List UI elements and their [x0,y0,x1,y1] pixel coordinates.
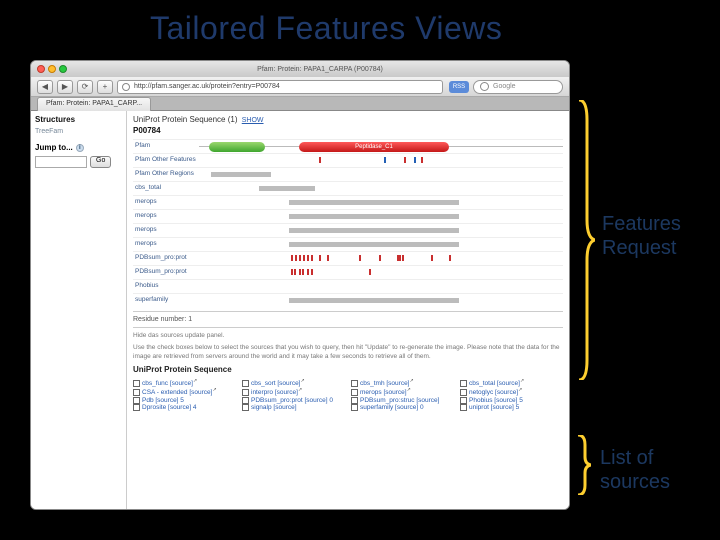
source-checkbox[interactable]: superfamily [source] 0 [351,404,454,411]
show-link[interactable]: SHOW [242,117,264,124]
track-row: merops [133,237,563,251]
zoom-icon[interactable] [59,65,67,73]
hide-panel-link[interactable]: Hide das sources update panel. [133,332,563,340]
back-button[interactable]: ◀ [37,80,53,94]
source-checkbox[interactable]: PDBsum_pro:prot [source] 0 [242,397,345,404]
forward-button[interactable]: ▶ [57,80,73,94]
help-icon[interactable]: i [76,144,84,152]
window-titlebar: Pfam: Protein: PAPA1_CARPA (P00784) [31,61,569,77]
search-placeholder: Google [493,83,516,90]
window-controls [37,65,67,73]
track-label: cbs_total [133,185,199,192]
sidebar: Structures TreeFam Jump to... i Go [31,111,127,509]
search-input[interactable]: Google [473,80,563,94]
source-checkbox[interactable]: cbs_func [source]↗ [133,378,236,387]
track-row: Phobius [133,279,563,293]
reload-button[interactable]: ⟳ [77,80,93,94]
source-checkbox[interactable]: CSA - extended [source]↗ [133,387,236,396]
help-text: Use the check boxes below to select the … [133,344,563,361]
track-row: PDBsum_pro:prot [133,251,563,265]
source-checkbox[interactable]: netoglyc [source]↗ [460,387,563,396]
slide-title: Tailored Features Views [150,10,502,47]
track-label: Phobius [133,283,199,290]
source-checkbox[interactable]: uniprot [source] 5 [460,404,563,411]
sources-header: UniProt Protein Sequence [133,365,563,374]
source-checkbox[interactable]: Dprosite [source] 4 [133,404,236,411]
go-button[interactable]: Go [90,156,111,168]
source-checkbox[interactable]: signalp [source] [242,404,345,411]
source-checkbox[interactable]: cbs_tmh [source]↗ [351,378,454,387]
track-row: cbs_total [133,181,563,195]
track-row: Pfam Peptidase_C1 [133,139,563,153]
sources-panel: cbs_func [source]↗ cbs_sort [source]↗ cb… [133,378,563,411]
track-label: Pfam [133,143,199,150]
track-label: PDBsum_pro:prot [133,269,199,276]
source-checkbox[interactable]: interpro [source]↗ [242,387,345,396]
rss-badge[interactable]: RSS [449,81,469,93]
track-label: merops [133,213,199,220]
window-title: Pfam: Protein: PAPA1_CARPA (P00784) [77,66,563,73]
protein-id: P00784 [133,126,563,135]
source-checkbox[interactable]: cbs_total [source]↗ [460,378,563,387]
brace-small-icon [575,435,591,495]
track-label: merops [133,241,199,248]
feature-tracks: Pfam Peptidase_C1 Pfam Other Features [133,139,563,307]
add-button[interactable]: + [97,80,113,94]
track-row: Pfam Other Regions [133,167,563,181]
close-icon[interactable] [37,65,45,73]
track-row: merops [133,223,563,237]
track-row: Pfam Other Features [133,153,563,167]
browser-window: Pfam: Protein: PAPA1_CARPA (P00784) ◀ ▶ … [30,60,570,510]
source-checkbox[interactable]: Phobius [source] 5 [460,397,563,404]
jump-input[interactable] [35,156,87,168]
source-checkbox[interactable]: Pdb [source] 5 [133,397,236,404]
minimize-icon[interactable] [48,65,56,73]
domain-red[interactable]: Peptidase_C1 [299,142,449,152]
track-label: PDBsum_pro:prot [133,255,199,262]
jump-label: Jump to... i [35,143,122,152]
track-canvas[interactable]: Peptidase_C1 [199,140,563,153]
source-checkbox[interactable]: PDBsum_pro:struc [source] [351,397,454,404]
globe-icon [122,83,130,91]
track-row: PDBsum_pro:prot [133,265,563,279]
track-canvas[interactable] [199,154,563,167]
source-checkbox[interactable]: merops [source]↗ [351,387,454,396]
track-label: merops [133,199,199,206]
track-label: merops [133,227,199,234]
url-text: http://pfam.sanger.ac.uk/protein?entry=P… [134,83,280,90]
browser-tab[interactable]: Pfam: Protein: PAPA1_CARP... [37,97,151,111]
track-row: merops [133,209,563,223]
track-row: superfamily [133,293,563,307]
main-panel: UniProt Protein Sequence (1) SHOW P00784… [127,111,569,509]
source-checkbox[interactable]: cbs_sort [source]↗ [242,378,345,387]
annotation-list-sources: List of sources [600,446,670,494]
tab-strip: Pfam: Protein: PAPA1_CARP... [31,97,569,111]
annotation-features-request: Features Request [602,212,681,260]
track-row: merops [133,195,563,209]
sidebar-heading: Structures [35,115,122,124]
url-input[interactable]: http://pfam.sanger.ac.uk/protein?entry=P… [117,80,443,94]
domain-green[interactable] [209,142,265,152]
brace-large-icon [575,100,595,380]
track-label: Pfam Other Features [133,157,199,164]
track-label: superfamily [133,297,199,304]
track-label: Pfam Other Regions [133,171,199,178]
track-header: UniProt Protein Sequence (1) SHOW [133,115,563,124]
browser-toolbar: ◀ ▶ ⟳ + http://pfam.sanger.ac.uk/protein… [31,77,569,97]
residue-label: Residue number: 1 [133,316,563,323]
page-content: Structures TreeFam Jump to... i Go UniPr… [31,111,569,509]
sidebar-item-treefam[interactable]: TreeFam [35,128,122,135]
